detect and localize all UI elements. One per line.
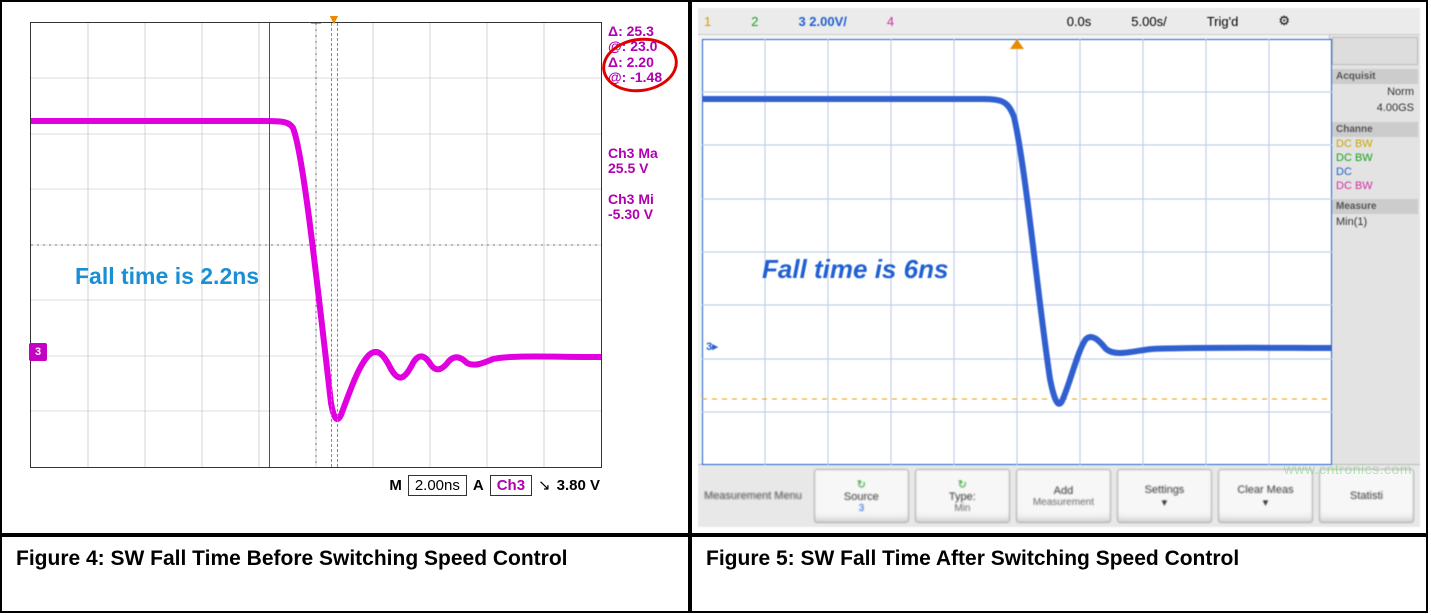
tek-trig-edge-icon: ↘ xyxy=(538,476,551,494)
tek-cursor-2 xyxy=(331,23,332,467)
agil-ch4-label: 4 xyxy=(887,14,894,29)
tek-trigger-marker: ▼ xyxy=(327,11,341,27)
agilent-body: 3▸ Fall time is 6ns Acquisit Norm 4.00GS… xyxy=(698,35,1420,464)
agilent-waveform-svg xyxy=(702,39,1332,465)
figure-5-caption: Figure 5: SW Fall Time After Switching S… xyxy=(690,535,1428,613)
caption-row: Figure 4: SW Fall Time Before Switching … xyxy=(0,535,1428,613)
tek-plot-area: ▼ 3 Fall time is 2.2ns xyxy=(30,22,602,468)
tek-trig-level: 3.80 V xyxy=(557,477,600,494)
watermark-text: www.cntronics.com xyxy=(1284,461,1412,477)
figure-5-image-cell: 1 2 3 2.00V/ 4 0.0s 5.00s/ Trig'd ⚙ xyxy=(690,0,1428,535)
agilent-top-bar: 1 2 3 2.00V/ 4 0.0s 5.00s/ Trig'd ⚙ xyxy=(698,8,1420,35)
agil-delay: 0.0s xyxy=(1067,14,1092,29)
softkey-settings[interactable]: Settings ▾ xyxy=(1117,469,1212,523)
agil-acq-mode: Norm xyxy=(1332,84,1418,100)
figure-pair: ▼ 3 Fall time is 2.2ns M 2.00ns A Ch3 ↘ … xyxy=(0,0,1428,613)
agil-meas-1: Min(1) xyxy=(1332,214,1418,230)
tek-cursor-1 xyxy=(269,23,270,467)
agil-chan-header: Channe xyxy=(1332,122,1418,137)
figure-4-caption: Figure 4: SW Fall Time Before Switching … xyxy=(0,535,690,613)
softkey-type[interactable]: ↻ Type: Min xyxy=(915,469,1010,523)
agil-ch1-coupling: DC BW xyxy=(1332,137,1418,151)
agilent-ch3-ground-indicator: 3▸ xyxy=(700,339,724,355)
agil-ch1-label: 1 xyxy=(704,14,711,29)
agil-ch2-label: 2 xyxy=(751,14,758,29)
agil-acq-rate: 4.00GS xyxy=(1332,100,1418,116)
agil-acq-header: Acquisit xyxy=(1332,69,1418,84)
agil-ch3-label: 3 2.00V/ xyxy=(798,14,846,29)
agil-ch4-coupling: DC BW xyxy=(1332,179,1418,193)
agil-menu-title: Measurement Menu xyxy=(704,490,808,502)
tek-annotation-fall-time: Fall time is 2.2ns xyxy=(75,263,259,290)
agilent-plot-area: 3▸ Fall time is 6ns xyxy=(702,39,1325,460)
agilent-annotation-fall-time: Fall time is 6ns xyxy=(762,254,948,285)
agilent-scope: 1 2 3 2.00V/ 4 0.0s 5.00s/ Trig'd ⚙ xyxy=(698,8,1420,527)
softkey-statistics[interactable]: Statisti xyxy=(1319,469,1414,523)
tek-ch3-min-label: Ch3 Mi xyxy=(608,192,678,207)
figure-4-image-cell: ▼ 3 Fall time is 2.2ns M 2.00ns A Ch3 ↘ … xyxy=(0,0,690,535)
agil-timebase: 5.00s/ xyxy=(1131,14,1166,29)
tek-scope: ▼ 3 Fall time is 2.2ns M 2.00ns A Ch3 ↘ … xyxy=(20,16,680,524)
image-row: ▼ 3 Fall time is 2.2ns M 2.00ns A Ch3 ↘ … xyxy=(0,0,1428,535)
tek-ch3-min-value: -5.30 V xyxy=(608,207,678,222)
tek-cursor-delta-t: 25.3 xyxy=(627,23,654,39)
agil-trig-mode: Trig'd xyxy=(1207,14,1239,29)
agil-meas-header: Measure xyxy=(1332,199,1418,214)
tek-waveform-svg xyxy=(31,23,601,467)
softkey-add-measurement[interactable]: Add Measurement xyxy=(1016,469,1111,523)
agil-side-blank-button[interactable] xyxy=(1332,37,1418,65)
tek-trig-source: Ch3 xyxy=(490,475,532,496)
tek-timebase: 2.00ns xyxy=(408,475,467,496)
agil-ch2-coupling: DC BW xyxy=(1332,151,1418,165)
softkey-source[interactable]: ↻ Source 3 xyxy=(814,469,909,523)
softkey-clear-meas[interactable]: Clear Meas ▾ xyxy=(1218,469,1313,523)
tek-ch3-ground-indicator: 3 xyxy=(29,343,47,361)
tek-M-label: M xyxy=(389,477,402,494)
agilent-side-panel: Acquisit Norm 4.00GS Channe DC BW DC BW … xyxy=(1329,35,1420,464)
gear-icon: ⚙ xyxy=(1278,13,1290,29)
tek-cursor-2b xyxy=(337,23,338,467)
tek-bottom-readout: M 2.00ns A Ch3 ↘ 3.80 V xyxy=(30,472,600,498)
tek-ch3-max-value: 25.5 V xyxy=(608,161,678,176)
tek-A-label: A xyxy=(473,477,484,494)
tek-side-readout: Δ: 25.3 @: 23.0 Δ: 2.20 @: -1.48 Ch3 Ma … xyxy=(608,24,678,223)
agil-ch3-coupling: DC xyxy=(1332,165,1418,179)
tek-ch3-max-label: Ch3 Ma xyxy=(608,146,678,161)
